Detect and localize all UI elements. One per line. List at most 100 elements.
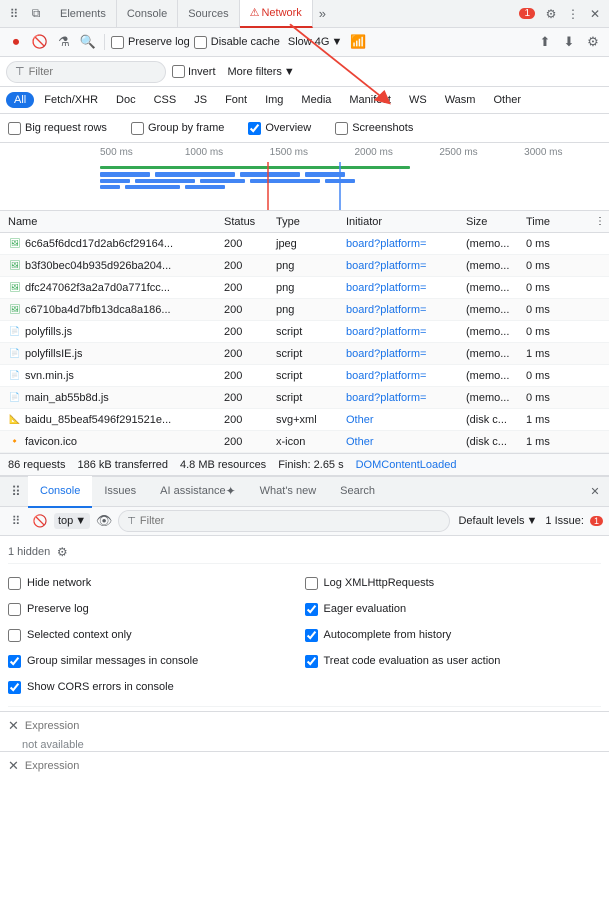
bottom-tab-console[interactable]: Console bbox=[28, 476, 92, 508]
expression-close-2[interactable]: ✕ bbox=[8, 758, 19, 774]
treat-code-eval-option[interactable]: Treat code evaluation as user action bbox=[305, 655, 602, 668]
initiator-cell[interactable]: board?platform= bbox=[346, 392, 466, 404]
table-row[interactable]: 📄 svn.min.js 200 script board?platform= … bbox=[0, 365, 609, 387]
initiator-cell[interactable]: board?platform= bbox=[346, 326, 466, 338]
time-cell: 0 ms bbox=[526, 392, 572, 404]
expression-close-1[interactable]: ✕ bbox=[8, 718, 19, 734]
initiator-cell[interactable]: Other bbox=[346, 414, 466, 426]
preserve-log-console-option[interactable]: Preserve log bbox=[8, 603, 305, 616]
table-row[interactable]: 🖼 dfc247062f3a2a7d0a771fcc... 200 png bo… bbox=[0, 277, 609, 299]
type-pill-font[interactable]: Font bbox=[217, 92, 255, 108]
initiator-cell[interactable]: board?platform= bbox=[346, 260, 466, 272]
more-options-icon[interactable]: ⋮ bbox=[563, 4, 583, 24]
initiator-cell[interactable]: Other bbox=[346, 436, 466, 448]
console-clear-icon[interactable]: 🚫 bbox=[30, 511, 50, 531]
big-request-rows-option[interactable]: Big request rows bbox=[8, 122, 107, 135]
bottom-close-icon[interactable]: ✕ bbox=[585, 482, 605, 502]
expression-input-2[interactable] bbox=[25, 760, 601, 772]
type-pill-wasm[interactable]: Wasm bbox=[437, 92, 484, 108]
record-button[interactable]: ⏺ bbox=[6, 32, 26, 52]
overview-option[interactable]: Overview bbox=[248, 122, 311, 135]
timeline-area[interactable]: 500 ms 1000 ms 1500 ms 2000 ms 2500 ms 3… bbox=[0, 143, 609, 211]
bottom-tab-ai[interactable]: AI assistance ✦ bbox=[148, 476, 247, 508]
initiator-cell[interactable]: board?platform= bbox=[346, 348, 466, 360]
col-time[interactable]: Time bbox=[526, 216, 572, 228]
tab-elements[interactable]: Elements bbox=[50, 0, 117, 28]
type-pill-ws[interactable]: WS bbox=[401, 92, 435, 108]
tab-overflow[interactable]: » bbox=[313, 6, 332, 21]
context-selector[interactable]: top ▼ bbox=[54, 513, 90, 529]
type-pill-fetch-xhr[interactable]: Fetch/XHR bbox=[36, 92, 106, 108]
name-cell: 📄 svn.min.js bbox=[4, 369, 224, 383]
table-row[interactable]: 📄 polyfillsIE.js 200 script board?platfo… bbox=[0, 343, 609, 365]
hide-network-option[interactable]: Hide network bbox=[8, 577, 305, 590]
settings-gear-icon[interactable]: ⚙ bbox=[54, 544, 70, 560]
autocomplete-history-option[interactable]: Autocomplete from history bbox=[305, 629, 602, 642]
dom-content-loaded: DOMContentLoaded bbox=[356, 459, 457, 471]
bottom-tab-issues[interactable]: Issues bbox=[92, 476, 148, 508]
initiator-cell[interactable]: board?platform= bbox=[346, 238, 466, 250]
tab-network[interactable]: ⚠ Network bbox=[240, 0, 313, 28]
tab-console[interactable]: Console bbox=[117, 0, 178, 28]
type-pill-media[interactable]: Media bbox=[293, 92, 339, 108]
tab-sources[interactable]: Sources bbox=[178, 0, 239, 28]
file-icon: 📄 bbox=[8, 347, 22, 361]
disable-cache-checkbox[interactable]: Disable cache bbox=[194, 36, 280, 49]
status-cell: 200 bbox=[224, 326, 276, 338]
search-icon[interactable]: 🔍 bbox=[78, 32, 98, 52]
default-levels-button[interactable]: Default levels ▼ bbox=[454, 513, 541, 529]
more-filters-button[interactable]: More filters ▼ bbox=[222, 64, 301, 80]
type-pill-js[interactable]: JS bbox=[186, 92, 215, 108]
close-devtools-icon[interactable]: ✕ bbox=[585, 4, 605, 24]
eager-eval-option[interactable]: Eager evaluation bbox=[305, 603, 602, 616]
type-pill-other[interactable]: Other bbox=[485, 92, 529, 108]
table-row[interactable]: 🖼 c6710ba4d7bfb13dca8a186... 200 png boa… bbox=[0, 299, 609, 321]
type-pill-all[interactable]: All bbox=[6, 92, 34, 108]
export-icon[interactable]: ⬇ bbox=[559, 32, 579, 52]
invert-checkbox[interactable]: Invert bbox=[172, 65, 216, 78]
table-row[interactable]: 📄 main_ab55b8d.js 200 script board?platf… bbox=[0, 387, 609, 409]
group-similar-option[interactable]: Group similar messages in console bbox=[8, 655, 305, 668]
col-type[interactable]: Type bbox=[276, 216, 346, 228]
initiator-cell[interactable]: board?platform= bbox=[346, 304, 466, 316]
table-row[interactable]: 🖼 b3f30bec04b935d926ba204... 200 png boa… bbox=[0, 255, 609, 277]
group-by-frame-option[interactable]: Group by frame bbox=[131, 122, 224, 135]
type-pill-doc[interactable]: Doc bbox=[108, 92, 144, 108]
show-cors-option[interactable]: Show CORS errors in console bbox=[8, 681, 601, 694]
col-name[interactable]: Name bbox=[4, 216, 224, 228]
initiator-cell[interactable]: board?platform= bbox=[346, 282, 466, 294]
eye-icon[interactable]: 👁 bbox=[94, 511, 114, 531]
col-status[interactable]: Status bbox=[224, 216, 276, 228]
clear-button[interactable]: 🚫 bbox=[30, 32, 50, 52]
selected-context-option[interactable]: Selected context only bbox=[8, 629, 305, 642]
expression-input-1[interactable] bbox=[25, 720, 601, 732]
type-pill-css[interactable]: CSS bbox=[146, 92, 185, 108]
table-row[interactable]: 📄 polyfills.js 200 script board?platform… bbox=[0, 321, 609, 343]
table-row[interactable]: 🖼 6c6a5f6dcd17d2ab6cf29164... 200 jpeg b… bbox=[0, 233, 609, 255]
devtools-menu-icon[interactable]: ⠿ bbox=[4, 4, 24, 24]
type-pill-img[interactable]: Img bbox=[257, 92, 291, 108]
console-filter-input[interactable] bbox=[140, 515, 442, 527]
import-icon[interactable]: ⬆ bbox=[535, 32, 555, 52]
bottom-tab-whats-new[interactable]: What's new bbox=[248, 476, 329, 508]
table-row[interactable]: 🔸 favicon.ico 200 x-icon Other (disk c..… bbox=[0, 431, 609, 453]
settings-icon[interactable]: ⚙ bbox=[541, 4, 561, 24]
col-size[interactable]: Size bbox=[466, 216, 526, 228]
bottom-tab-search[interactable]: Search bbox=[328, 476, 387, 508]
dock-icon[interactable]: ⧉ bbox=[26, 4, 46, 24]
console-menu-icon[interactable]: ⠿ bbox=[6, 511, 26, 531]
filter-icon[interactable]: ⚗ bbox=[54, 32, 74, 52]
bottom-menu-icon[interactable]: ⠿ bbox=[4, 480, 28, 504]
preserve-log-checkbox[interactable]: Preserve log bbox=[111, 36, 190, 49]
col-initiator[interactable]: Initiator bbox=[346, 216, 466, 228]
table-row[interactable]: 📐 baidu_85beaf5496f291521e... 200 svg+xm… bbox=[0, 409, 609, 431]
size-cell: (memo... bbox=[466, 392, 526, 404]
log-xml-option[interactable]: Log XMLHttpRequests bbox=[305, 577, 602, 590]
initiator-cell[interactable]: board?platform= bbox=[346, 370, 466, 382]
filter-input[interactable] bbox=[29, 66, 157, 78]
settings-network-icon[interactable]: ⚙ bbox=[583, 32, 603, 52]
tab-badge: 1 bbox=[519, 8, 535, 19]
type-pill-manifest[interactable]: Manifest bbox=[341, 92, 399, 108]
throttle-selector[interactable]: Slow 4G ▼ bbox=[284, 34, 346, 50]
screenshots-option[interactable]: Screenshots bbox=[335, 122, 413, 135]
